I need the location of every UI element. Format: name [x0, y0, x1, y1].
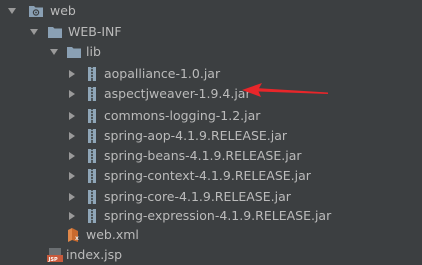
- jar-icon: [84, 108, 100, 124]
- jar-icon: [84, 208, 100, 224]
- collapsed-arrow-icon[interactable]: [66, 64, 78, 84]
- project-tree: web WEB-INF lib aopalliance-1.0.jar aspe…: [0, 0, 422, 265]
- folder-icon: [66, 44, 82, 60]
- tree-node-label: spring-expression-4.1.9.RELEASE.jar: [104, 208, 332, 223]
- folder-icon: [47, 24, 63, 40]
- tree-node-lib[interactable]: lib: [0, 42, 422, 62]
- tree-node-label: lib: [86, 44, 101, 59]
- tree-node-jar[interactable]: aopalliance-1.0.jar: [0, 64, 422, 84]
- tree-node-label: index.jsp: [66, 247, 123, 262]
- jar-icon: [84, 66, 100, 82]
- collapsed-arrow-icon[interactable]: [66, 126, 78, 146]
- tree-node-jar[interactable]: spring-beans-4.1.9.RELEASE.jar: [0, 146, 422, 166]
- jar-icon: [84, 128, 100, 144]
- tree-node-web-xml[interactable]: x web.xml: [0, 225, 422, 245]
- svg-text:JSP: JSP: [48, 257, 58, 263]
- collapsed-arrow-icon[interactable]: [66, 206, 78, 226]
- tree-node-jar[interactable]: aspectjweaver-1.9.4.jar: [0, 84, 422, 104]
- tree-node-jar[interactable]: spring-core-4.1.9.RELEASE.jar: [0, 187, 422, 207]
- tree-node-jar[interactable]: spring-expression-4.1.9.RELEASE.jar: [0, 206, 422, 226]
- collapsed-arrow-icon[interactable]: [66, 146, 78, 166]
- collapsed-arrow-icon[interactable]: [66, 166, 78, 186]
- jar-icon: [84, 148, 100, 164]
- tree-node-label: spring-context-4.1.9.RELEASE.jar: [104, 168, 311, 183]
- tree-node-jar[interactable]: spring-context-4.1.9.RELEASE.jar: [0, 166, 422, 186]
- collapsed-arrow-icon[interactable]: [66, 106, 78, 126]
- tree-node-label: aopalliance-1.0.jar: [104, 66, 221, 81]
- jar-icon: [84, 189, 100, 205]
- tree-node-label: web.xml: [86, 227, 139, 242]
- collapsed-arrow-icon[interactable]: [66, 84, 78, 104]
- tree-node-web[interactable]: web: [0, 1, 422, 21]
- jar-icon: [84, 168, 100, 184]
- tree-node-jar[interactable]: commons-logging-1.2.jar: [0, 106, 422, 126]
- tree-node-label: WEB-INF: [68, 24, 122, 39]
- collapsed-arrow-icon[interactable]: [66, 187, 78, 207]
- tree-node-index-jsp[interactable]: JSP index.jsp: [0, 245, 422, 265]
- red-arrow-icon: [242, 83, 328, 97]
- expand-arrow-icon[interactable]: [6, 1, 18, 21]
- tree-node-label: commons-logging-1.2.jar: [104, 108, 261, 123]
- expand-arrow-icon[interactable]: [28, 22, 40, 42]
- jsp-file-icon: JSP: [47, 247, 63, 263]
- tree-node-jar[interactable]: spring-aop-4.1.9.RELEASE.jar: [0, 126, 422, 146]
- tree-node-label: spring-core-4.1.9.RELEASE.jar: [104, 189, 291, 204]
- jar-icon: [84, 86, 100, 102]
- xml-file-icon: x: [66, 227, 82, 243]
- tree-node-label: spring-beans-4.1.9.RELEASE.jar: [104, 148, 302, 163]
- tree-node-label: aspectjweaver-1.9.4.jar: [104, 86, 251, 101]
- tree-node-label: web: [50, 3, 76, 18]
- tree-node-web-inf[interactable]: WEB-INF: [0, 22, 422, 42]
- tree-node-label: spring-aop-4.1.9.RELEASE.jar: [104, 128, 288, 143]
- folder-icon: [28, 3, 44, 19]
- svg-text:x: x: [75, 235, 79, 242]
- expand-arrow-icon[interactable]: [48, 42, 60, 62]
